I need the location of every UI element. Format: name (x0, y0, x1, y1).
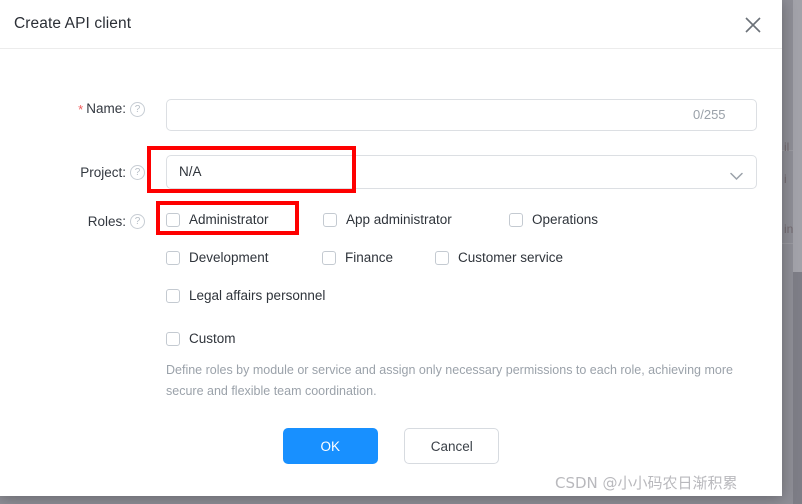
role-label: Custom (189, 331, 236, 346)
project-select-value: N/A (179, 164, 202, 179)
dialog-title: Create API client (14, 15, 132, 32)
cancel-button[interactable]: Cancel (404, 428, 500, 464)
checkbox-box[interactable] (166, 251, 180, 265)
role-label: Development (189, 250, 269, 265)
page-scrollbar[interactable] (793, 0, 802, 504)
background-text-fragment: in (784, 222, 794, 236)
checkbox-box[interactable] (323, 213, 337, 227)
role-checkbox-customer-service[interactable]: Customer service (435, 250, 563, 266)
checkbox-box[interactable] (322, 251, 336, 265)
chevron-down-icon (730, 168, 743, 186)
role-label: Customer service (458, 250, 564, 265)
background-text-fragment: il (784, 140, 790, 154)
name-label-text: Name: (86, 101, 126, 116)
role-checkbox-administrator[interactable]: Administrator (166, 212, 269, 228)
roles-label: Roles: (87, 214, 126, 229)
role-label: Legal affairs personnel (189, 288, 326, 303)
roles-hint-text: Define roles by module or service and as… (166, 363, 733, 398)
checkbox-box[interactable] (509, 213, 523, 227)
role-checkbox-operations[interactable]: Operations (509, 212, 598, 228)
project-select[interactable]: N/A (166, 155, 757, 189)
checkbox-box[interactable] (166, 289, 180, 303)
name-char-counter: 0/255 (693, 107, 726, 122)
help-circle-icon[interactable]: ? (130, 214, 145, 229)
help-circle-icon[interactable]: ? (130, 102, 145, 117)
role-label: Administrator (189, 212, 269, 227)
watermark: CSDN @小小码农日渐积累 (555, 474, 738, 492)
role-label: Finance (345, 250, 394, 265)
role-checkbox-custom[interactable]: Custom (166, 331, 236, 347)
role-checkbox-app-administrator[interactable]: App administrator (323, 212, 452, 228)
role-checkbox-development[interactable]: Development (166, 250, 269, 266)
role-checkbox-finance[interactable]: Finance (322, 250, 393, 266)
checkbox-box[interactable] (166, 213, 180, 227)
project-label: Project: (80, 165, 126, 180)
name-label: * Name: (0, 99, 126, 120)
name-input[interactable] (166, 99, 757, 131)
dialog-header: Create API client (0, 0, 782, 49)
create-api-client-dialog: Create API client * Name: ? 0/255 Project… (0, 0, 782, 496)
role-label: Operations (532, 212, 599, 227)
checkbox-box[interactable] (435, 251, 449, 265)
role-checkbox-legal-affairs-personnel[interactable]: Legal affairs personnel (166, 288, 325, 304)
help-circle-icon[interactable]: ? (130, 165, 145, 180)
checkbox-box[interactable] (166, 332, 180, 346)
close-icon[interactable] (740, 12, 766, 38)
dialog-footer: OK Cancel (0, 428, 782, 464)
ok-button[interactable]: OK (282, 428, 378, 464)
page-scrollbar-thumb[interactable] (793, 0, 802, 272)
required-asterisk: * (78, 102, 84, 117)
background-text-fragment: i (784, 172, 787, 186)
role-label: App administrator (346, 212, 452, 227)
